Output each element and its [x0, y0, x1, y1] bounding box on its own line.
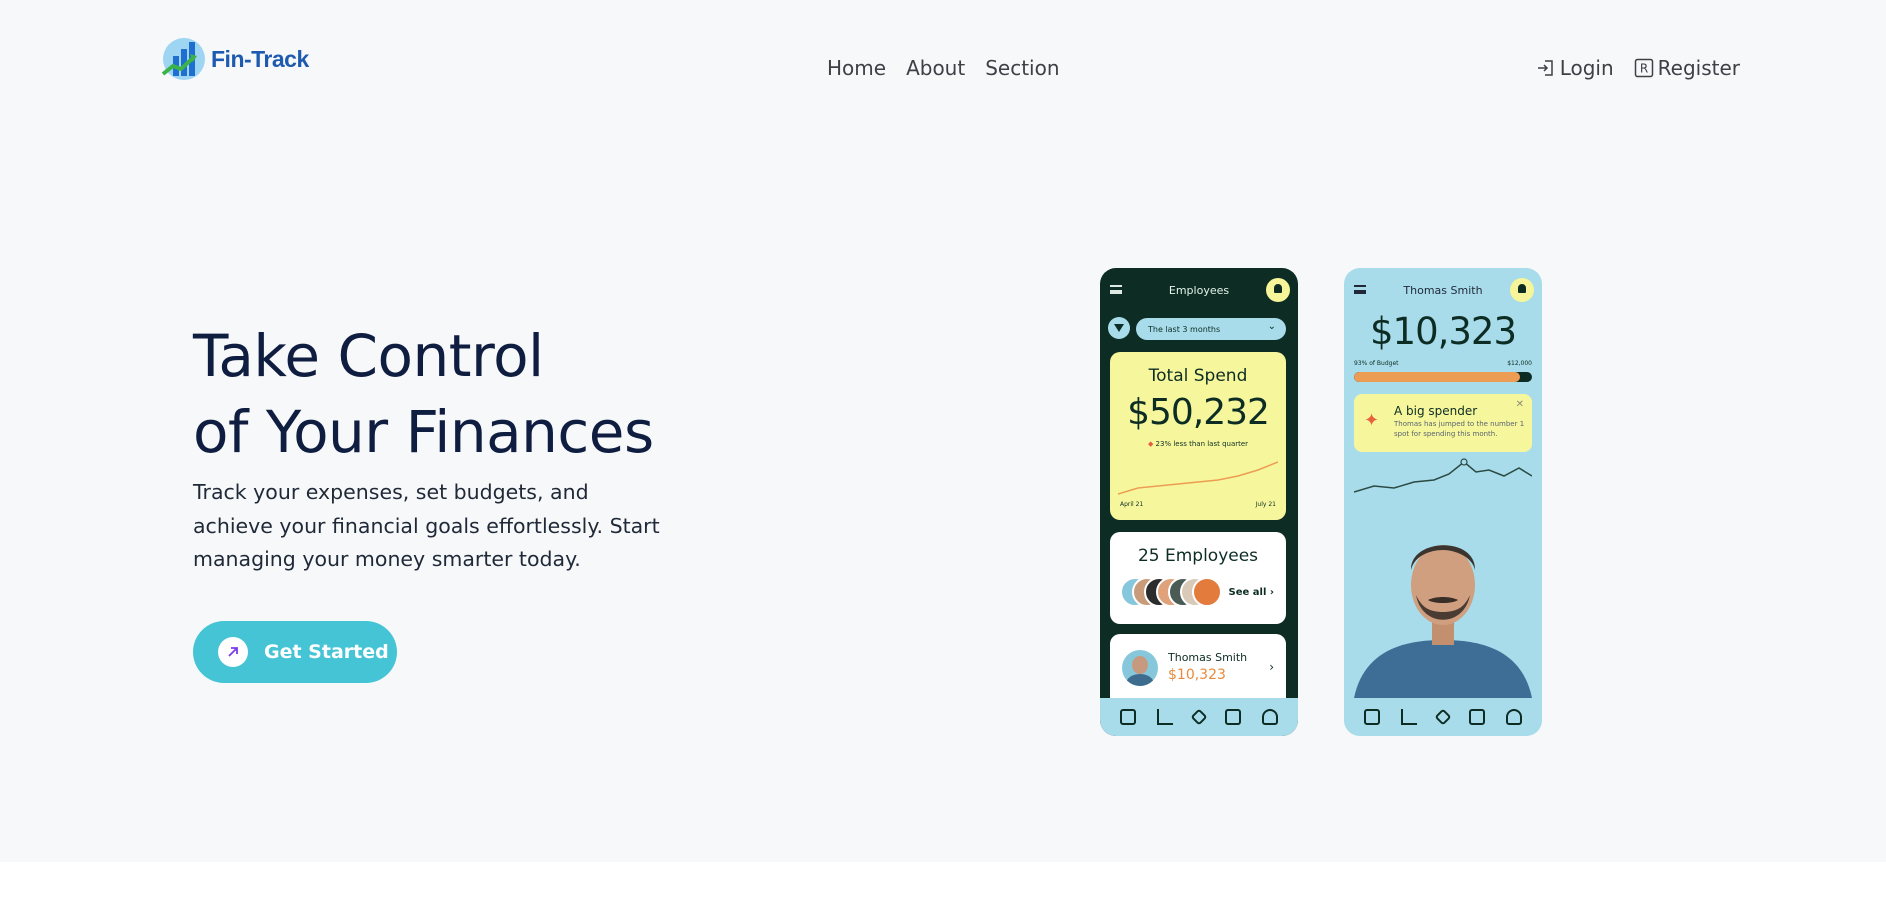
person-icon: [1261, 709, 1278, 725]
login-label: Login: [1559, 56, 1614, 80]
close-icon: ✕: [1515, 399, 1524, 410]
lock-icon: [1364, 709, 1381, 725]
brand-logo[interactable]: Fin-Track: [161, 36, 309, 82]
arrow-up-right-icon: [218, 637, 248, 667]
chart-icon: [1400, 709, 1417, 725]
budget-limit: $12,000: [1507, 360, 1532, 367]
chevron-right-icon: ›: [1269, 660, 1274, 674]
employees-label: 25 Employees: [1137, 546, 1259, 566]
budget-progress-fill: [1354, 372, 1520, 382]
sparkle-icon: ✦: [1364, 410, 1380, 431]
employee-row: Thomas Smith $10,323 ›: [1110, 634, 1286, 704]
get-started-button[interactable]: Get Started: [193, 621, 397, 683]
register-icon-letter: R: [1639, 62, 1647, 76]
receipt-icon: [1225, 709, 1242, 725]
budget-progress: [1354, 372, 1532, 382]
login-link[interactable]: Login: [1536, 56, 1614, 80]
bell-icon: [1266, 278, 1290, 302]
budget-percent: 93% of Budget: [1354, 360, 1399, 367]
chart-icon: [1156, 709, 1173, 725]
avatar: [1122, 650, 1158, 686]
period-filter: The last 3 months: [1136, 318, 1286, 340]
phone-mockup-person: Thomas Smith $10,323 93% of Budget $12,0…: [1344, 268, 1542, 736]
bell-icon: [1510, 278, 1534, 302]
nav-about[interactable]: About: [906, 56, 965, 80]
login-icon: [1537, 60, 1553, 76]
alert-card: ✦ A big spender Thomas has jumped to the…: [1354, 394, 1532, 452]
date-from: April 21: [1120, 501, 1144, 508]
hero-title: Take Control of Your Finances: [193, 318, 654, 470]
register-link[interactable]: R Register: [1634, 56, 1740, 80]
diamond-icon: [1434, 708, 1452, 726]
lock-icon: [1120, 709, 1137, 725]
spend-value: $50,232: [1127, 392, 1270, 433]
employee-name: Thomas Smith: [1168, 651, 1248, 664]
receipt-icon: [1469, 709, 1486, 725]
get-started-label: Get Started: [264, 641, 389, 663]
phone-bottom-nav: [1100, 698, 1298, 736]
portrait-image: [1354, 545, 1532, 698]
employees-card: 25 Employees See all ›: [1110, 532, 1286, 624]
register-label: Register: [1657, 56, 1740, 80]
person-total: $10,323: [1369, 310, 1517, 353]
main-nav: Home About Section: [827, 56, 1060, 80]
spend-note: 23% less than last quarter: [1110, 440, 1286, 448]
filter-icon: [1108, 317, 1130, 339]
see-all-link: See all ›: [1228, 587, 1274, 598]
register-icon: R: [1634, 58, 1653, 78]
alert-text: Thomas has jumped to the number 1 spot f…: [1394, 420, 1525, 438]
avatar: [1192, 577, 1222, 607]
person-icon: [1505, 709, 1522, 725]
alert-title: A big spender: [1394, 404, 1478, 418]
hero-title-line2: of Your Finances: [193, 398, 654, 466]
total-spend-card: Total Spend $50,232 23% less than last q…: [1110, 352, 1286, 520]
nav-section[interactable]: Section: [985, 56, 1059, 80]
hero-title-line1: Take Control: [193, 322, 544, 390]
logo-icon: [161, 36, 207, 82]
avatar-stack: [1120, 577, 1222, 607]
nav-home[interactable]: Home: [827, 56, 886, 80]
diamond-icon: [1190, 708, 1208, 726]
employee-amount: $10,323: [1168, 667, 1226, 683]
date-to: July 21: [1255, 501, 1276, 508]
spend-trend-line: [1354, 458, 1532, 493]
phone-bottom-nav: [1344, 698, 1542, 736]
auth-links: Login R Register: [1536, 56, 1740, 80]
brand-name: Fin-Track: [211, 45, 309, 72]
spend-label: Total Spend: [1148, 366, 1248, 386]
hero-subtitle: Track your expenses, set budgets, and ac…: [193, 480, 660, 571]
phone-mockup-employees: Employees The last 3 months Total Spend …: [1100, 268, 1298, 736]
spend-trend-line: [1118, 461, 1278, 495]
